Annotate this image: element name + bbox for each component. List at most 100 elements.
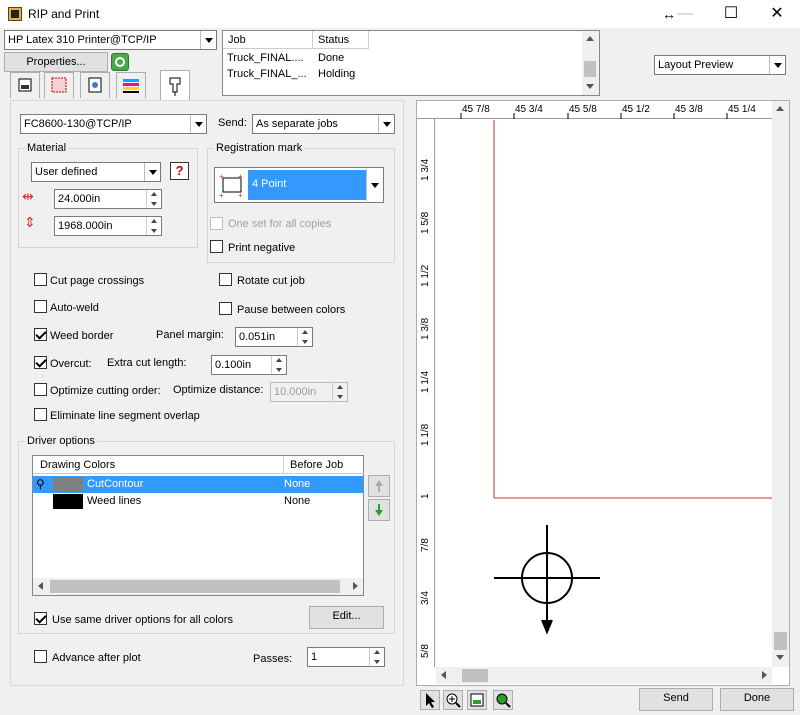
close-button[interactable]: ✕	[754, 0, 800, 28]
zoom-selection-button[interactable]	[493, 690, 513, 710]
auto-weld-checkbox[interactable]	[34, 300, 47, 313]
scroll-down-icon[interactable]	[582, 79, 598, 95]
advance-after-plot-checkbox[interactable]	[34, 650, 47, 663]
job-name[interactable]: Truck_FINAL_...	[227, 68, 307, 80]
tab-image[interactable]	[116, 72, 146, 98]
job-column-header[interactable]: Job	[223, 31, 313, 49]
one-set-checkbox[interactable]	[210, 217, 223, 230]
extra-cut-length-input[interactable]: 0.100in	[211, 355, 287, 375]
print-negative-checkbox[interactable]	[210, 240, 223, 253]
svg-text:+: +	[238, 172, 243, 181]
zoom-in-button[interactable]	[443, 690, 463, 710]
done-button[interactable]: Done	[720, 688, 794, 711]
scroll-left-icon[interactable]	[33, 578, 49, 594]
send-button[interactable]: Send	[639, 688, 713, 711]
chevron-down-icon	[366, 169, 382, 201]
pointer-tool-button[interactable]	[420, 690, 440, 710]
tab-color[interactable]	[80, 72, 110, 98]
table-row[interactable]: Weed lines None	[33, 493, 363, 510]
color-swatch	[53, 494, 83, 509]
fit-page-button[interactable]	[467, 690, 487, 710]
scroll-down-icon[interactable]	[772, 650, 788, 666]
scroll-right-icon[interactable]	[347, 578, 363, 594]
material-select[interactable]: User defined	[31, 162, 161, 182]
eliminate-overlap-checkbox[interactable]	[34, 408, 47, 421]
registration-mark-select[interactable]: + + + + 4 Point	[214, 167, 384, 203]
ruler-tick: 5/8	[420, 644, 431, 658]
pause-between-colors-checkbox[interactable]	[219, 302, 232, 315]
scroll-up-icon[interactable]	[772, 101, 788, 117]
panel-margin-label: Panel margin:	[156, 329, 224, 341]
passes-label: Passes:	[253, 653, 293, 665]
table-row[interactable]: ⚲ CutContour None	[33, 476, 363, 493]
optimize-order-checkbox[interactable]	[34, 383, 47, 396]
app-icon	[8, 7, 22, 21]
rotate-cut-job-checkbox[interactable]	[219, 273, 232, 286]
cutter-select[interactable]: FC8600-130@TCP/IP	[20, 114, 207, 134]
ruler-tick: 1 3/8	[420, 317, 431, 340]
cut-page-crossings-checkbox[interactable]	[34, 273, 47, 286]
chevron-down-icon	[769, 56, 785, 74]
window-title: RIP and Print	[28, 7, 100, 21]
scroll-thumb[interactable]	[584, 61, 596, 77]
material-length-input[interactable]: 1968.000in	[54, 216, 162, 236]
printer-select[interactable]: HP Latex 310 Printer@TCP/IP	[4, 30, 217, 50]
drawing-colors-header[interactable]: Drawing Colors	[33, 456, 284, 474]
scroll-thumb[interactable]	[50, 580, 340, 593]
tab-layout[interactable]	[44, 72, 74, 98]
job-list-scrollbar[interactable]	[582, 31, 599, 95]
scroll-thumb[interactable]	[774, 632, 787, 650]
refresh-icon[interactable]	[111, 53, 129, 71]
properties-button[interactable]: Properties...	[4, 52, 108, 72]
overcut-checkbox[interactable]	[34, 356, 47, 369]
preview-canvas[interactable]	[436, 120, 772, 666]
help-icon[interactable]: ?	[170, 162, 189, 180]
scroll-left-icon[interactable]	[436, 667, 452, 683]
svg-text:+: +	[219, 172, 224, 181]
horizontal-scrollbar[interactable]	[33, 578, 363, 595]
scroll-right-icon[interactable]	[756, 667, 772, 683]
same-options-checkbox[interactable]	[34, 612, 47, 625]
cut-page-crossings-label: Cut page crossings	[50, 275, 145, 287]
status-column-header[interactable]: Status	[313, 31, 369, 49]
preview-horizontal-scrollbar[interactable]	[436, 667, 772, 684]
length-icon: ⇕	[24, 214, 36, 230]
svg-text:+: +	[238, 191, 243, 198]
optimize-distance-input[interactable]: 10.000in	[270, 382, 348, 402]
tab-cut[interactable]	[160, 70, 190, 100]
move-up-button[interactable]	[368, 475, 390, 497]
passes-input[interactable]: 1	[307, 647, 385, 667]
optimize-distance-label: Optimize distance:	[173, 384, 264, 396]
color-name: CutContour	[87, 478, 144, 490]
scroll-up-icon[interactable]	[582, 31, 598, 47]
job-list[interactable]: Job Status Truck_FINAL.... Done Truck_FI…	[222, 30, 600, 96]
maximize-button[interactable]: ☐	[708, 0, 754, 28]
ruler-tick: 7/8	[420, 538, 431, 552]
job-name[interactable]: Truck_FINAL....	[227, 52, 304, 64]
job-status: Holding	[318, 68, 356, 80]
minimize-button[interactable]: —	[662, 0, 708, 28]
edit-button[interactable]: Edit...	[309, 606, 384, 629]
tab-general[interactable]	[10, 72, 40, 98]
ruler-tick: 1 1/8	[420, 423, 431, 446]
scroll-thumb[interactable]	[462, 669, 488, 682]
move-down-button[interactable]	[368, 499, 390, 521]
preview-vertical-scrollbar[interactable]	[772, 101, 789, 667]
advance-after-plot-label: Advance after plot	[52, 652, 141, 664]
extra-cut-length-label: Extra cut length:	[107, 357, 187, 369]
registration-mark-icon: + + + +	[219, 172, 243, 198]
weed-border-label: Weed border	[50, 330, 114, 342]
material-width-input[interactable]: 24.000in	[54, 189, 162, 209]
panel-margin-input[interactable]: 0.051in	[235, 327, 313, 347]
weed-border-checkbox[interactable]	[34, 328, 47, 341]
job-status: Done	[318, 52, 345, 64]
svg-text:+: +	[219, 191, 224, 198]
width-icon: ⇹	[22, 188, 34, 204]
drawing-colors-list[interactable]: Drawing Colors Before Job ⚲ CutContour N…	[32, 455, 364, 596]
before-job-header[interactable]: Before Job	[284, 456, 364, 474]
chevron-down-icon	[378, 115, 394, 133]
send-label: Send:	[218, 117, 247, 129]
preview-mode-select[interactable]: Layout Preview	[654, 55, 786, 75]
horizontal-ruler: 45 7/8 45 3/4 45 5/8 45 1/2 45 3/8 45 1/…	[417, 101, 772, 119]
send-mode-select[interactable]: As separate jobs	[252, 114, 395, 134]
